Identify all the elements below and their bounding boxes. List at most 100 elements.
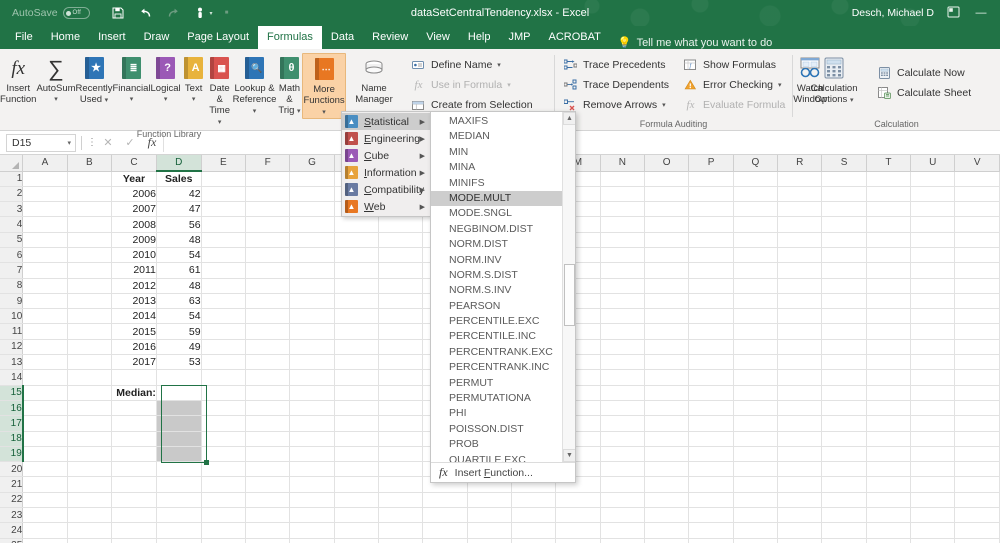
tell-me-search[interactable]: 💡 Tell me what you want to do xyxy=(610,36,772,49)
cell-U13[interactable] xyxy=(911,355,955,370)
cell-H19[interactable] xyxy=(334,446,378,461)
menu-item-compatibility[interactable]: ▲ Compatibility ▶ xyxy=(342,181,430,198)
cell-G14[interactable] xyxy=(290,370,334,385)
cell-I4[interactable] xyxy=(379,217,423,232)
cell-R20[interactable] xyxy=(778,462,822,477)
cell-A2[interactable] xyxy=(23,186,67,201)
cell-F12[interactable] xyxy=(245,339,289,354)
cell-V15[interactable] xyxy=(955,385,1000,400)
cell-C16[interactable] xyxy=(111,400,156,415)
cell-T3[interactable] xyxy=(866,202,910,217)
cell-D25[interactable] xyxy=(156,538,201,543)
cell-A22[interactable] xyxy=(23,492,67,507)
cell-T19[interactable] xyxy=(866,446,910,461)
cell-I11[interactable] xyxy=(379,324,423,339)
row-header-25[interactable]: 25 xyxy=(0,538,23,543)
cell-K25[interactable] xyxy=(467,538,511,543)
cell-B4[interactable] xyxy=(67,217,111,232)
cell-U17[interactable] xyxy=(911,416,955,431)
cell-A13[interactable] xyxy=(23,355,67,370)
function-item-median[interactable]: MEDIAN xyxy=(431,129,575,144)
cell-O23[interactable] xyxy=(645,508,689,523)
cell-F15[interactable] xyxy=(245,385,289,400)
cell-T20[interactable] xyxy=(866,462,910,477)
function-item-poisson-dist[interactable]: POISSON.DIST xyxy=(431,422,575,437)
cell-D15[interactable] xyxy=(156,385,201,400)
cell-T10[interactable] xyxy=(866,309,910,324)
cell-P18[interactable] xyxy=(689,431,733,446)
cell-H9[interactable] xyxy=(334,293,378,308)
function-item-percentile-exc[interactable]: PERCENTILE.EXC xyxy=(431,314,575,329)
cell-Q6[interactable] xyxy=(733,247,777,262)
cell-V14[interactable] xyxy=(955,370,1000,385)
cell-H25[interactable] xyxy=(334,538,378,543)
cell-F20[interactable] xyxy=(245,462,289,477)
cell-T25[interactable] xyxy=(866,538,910,543)
tab-insert[interactable]: Insert xyxy=(89,26,135,49)
cell-H12[interactable] xyxy=(334,339,378,354)
financial-button[interactable]: ≣ Financial ▾ xyxy=(112,53,150,105)
cell-N20[interactable] xyxy=(600,462,644,477)
cell-U19[interactable] xyxy=(911,446,955,461)
cell-N18[interactable] xyxy=(600,431,644,446)
cell-F2[interactable] xyxy=(245,186,289,201)
cell-H17[interactable] xyxy=(334,416,378,431)
cell-S12[interactable] xyxy=(822,339,866,354)
cell-T1[interactable] xyxy=(866,171,910,186)
row-header-20[interactable]: 20 xyxy=(0,462,23,477)
cell-O18[interactable] xyxy=(645,431,689,446)
cell-Q22[interactable] xyxy=(733,492,777,507)
cell-Q15[interactable] xyxy=(733,385,777,400)
cell-O11[interactable] xyxy=(645,324,689,339)
row-header-21[interactable]: 21 xyxy=(0,477,23,492)
cell-B3[interactable] xyxy=(67,202,111,217)
cell-D12[interactable]: 49 xyxy=(156,339,201,354)
row-header-5[interactable]: 5 xyxy=(0,232,23,247)
cell-T12[interactable] xyxy=(866,339,910,354)
menu-item-web[interactable]: ▲ Web ▶ xyxy=(342,198,430,215)
cell-H5[interactable] xyxy=(334,232,378,247)
cell-P3[interactable] xyxy=(689,202,733,217)
trace-dependents-item[interactable]: Trace Dependents xyxy=(559,76,673,94)
cell-F19[interactable] xyxy=(245,446,289,461)
function-item-mode-sngl[interactable]: MODE.SNGL xyxy=(431,206,575,221)
ribbon-display-options-icon[interactable] xyxy=(944,6,962,21)
column-header-R[interactable]: R xyxy=(778,155,822,171)
cell-T22[interactable] xyxy=(866,492,910,507)
cell-V3[interactable] xyxy=(955,202,1000,217)
cell-C24[interactable] xyxy=(111,523,156,538)
cell-S16[interactable] xyxy=(822,400,866,415)
cell-H21[interactable] xyxy=(334,477,378,492)
menu-item-engineering[interactable]: ▲ Engineering ▶ xyxy=(342,130,430,147)
cell-B1[interactable] xyxy=(67,171,111,186)
cell-O24[interactable] xyxy=(645,523,689,538)
function-item-maxifs[interactable]: MAXIFS xyxy=(431,114,575,129)
row-header-15[interactable]: 15 xyxy=(0,385,23,400)
cell-Q20[interactable] xyxy=(733,462,777,477)
cell-G3[interactable] xyxy=(290,202,334,217)
cell-K22[interactable] xyxy=(467,492,511,507)
cell-G17[interactable] xyxy=(290,416,334,431)
cell-A20[interactable] xyxy=(23,462,67,477)
cell-U9[interactable] xyxy=(911,293,955,308)
cell-Q5[interactable] xyxy=(733,232,777,247)
cell-N24[interactable] xyxy=(600,523,644,538)
cell-C15[interactable]: Median: xyxy=(111,385,156,400)
column-header-C[interactable]: C xyxy=(111,155,156,171)
scroll-down-button[interactable]: ▼ xyxy=(563,449,575,462)
cell-G4[interactable] xyxy=(290,217,334,232)
cell-T18[interactable] xyxy=(866,431,910,446)
cell-T24[interactable] xyxy=(866,523,910,538)
cell-N16[interactable] xyxy=(600,400,644,415)
define-name-item[interactable]: Define Name ▾ xyxy=(407,56,537,74)
cell-E16[interactable] xyxy=(201,400,245,415)
column-header-T[interactable]: T xyxy=(866,155,910,171)
cell-I7[interactable] xyxy=(379,263,423,278)
cell-U20[interactable] xyxy=(911,462,955,477)
row-header-22[interactable]: 22 xyxy=(0,492,23,507)
cell-N14[interactable] xyxy=(600,370,644,385)
cell-S14[interactable] xyxy=(822,370,866,385)
row-header-9[interactable]: 9 xyxy=(0,293,23,308)
menu-item-statistical[interactable]: ▲ Statistical ▶ xyxy=(342,113,430,130)
function-item-negbinom-dist[interactable]: NEGBINOM.DIST xyxy=(431,222,575,237)
